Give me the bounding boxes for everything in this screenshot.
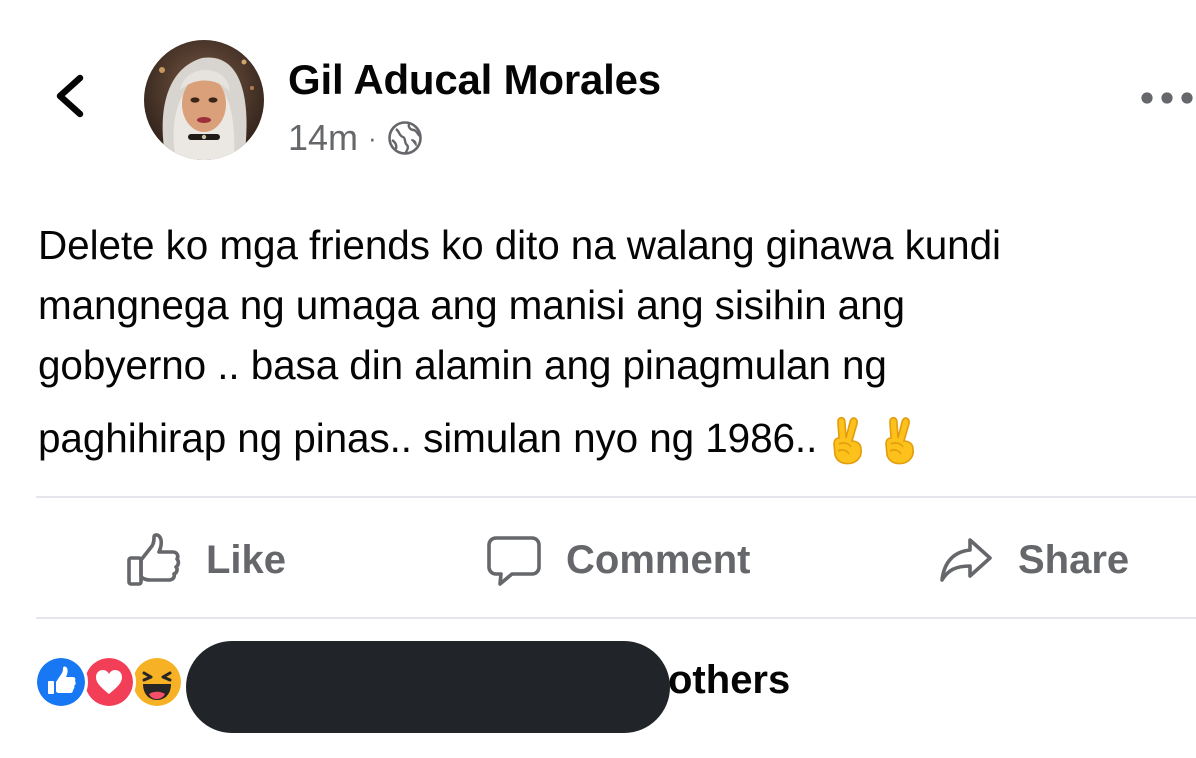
haha-reaction-icon (130, 655, 184, 709)
reactions-summary[interactable] (34, 655, 184, 709)
more-dots-icon (1141, 92, 1193, 104)
avatar-image (144, 40, 264, 160)
post-text-line: paghihirap ng pinas.. simulan nyo ng 198… (38, 415, 818, 461)
like-label: Like (206, 537, 287, 582)
post-timestamp[interactable]: 14m (288, 117, 358, 159)
author-name[interactable]: Gil Aducal Morales (288, 54, 661, 106)
share-label: Share (1018, 537, 1130, 582)
post-text-line: Delete ko mga friends ko dito na walang … (38, 222, 1001, 268)
post-text: Delete ko mga friends ko dito na walang … (38, 215, 1178, 468)
post-meta: 14m · (288, 116, 423, 160)
victory-hand-emoji (885, 416, 915, 465)
post-text-line: mangnega ng umaga ang manisi ang sisihin… (38, 282, 905, 328)
share-button[interactable]: Share (938, 530, 1129, 590)
thumbs-up-icon (127, 533, 181, 586)
like-button[interactable]: Like (126, 530, 286, 590)
post-text-line-last: paghihirap ng pinas.. simulan nyo ng 198… (38, 408, 1178, 468)
divider (36, 617, 1196, 619)
like-reaction-icon (34, 655, 88, 709)
comment-button[interactable]: Comment (486, 530, 750, 590)
comment-label: Comment (566, 537, 751, 582)
redacted-names (186, 641, 670, 733)
comment-bubble-icon (487, 536, 541, 586)
love-reaction-icon (82, 655, 136, 709)
chevron-left-icon (56, 74, 84, 118)
post-text-line: gobyerno .. basa din alamin ang pinagmul… (38, 342, 887, 388)
back-button[interactable] (48, 72, 96, 120)
share-arrow-icon (940, 538, 992, 582)
more-options-button[interactable] (1138, 84, 1196, 112)
meta-separator: · (368, 122, 377, 153)
globe-icon[interactable] (387, 120, 423, 156)
reaction-count-text[interactable]: others (668, 656, 790, 704)
author-avatar[interactable] (144, 40, 264, 160)
divider (36, 496, 1196, 498)
victory-hand-emoji (833, 416, 863, 465)
